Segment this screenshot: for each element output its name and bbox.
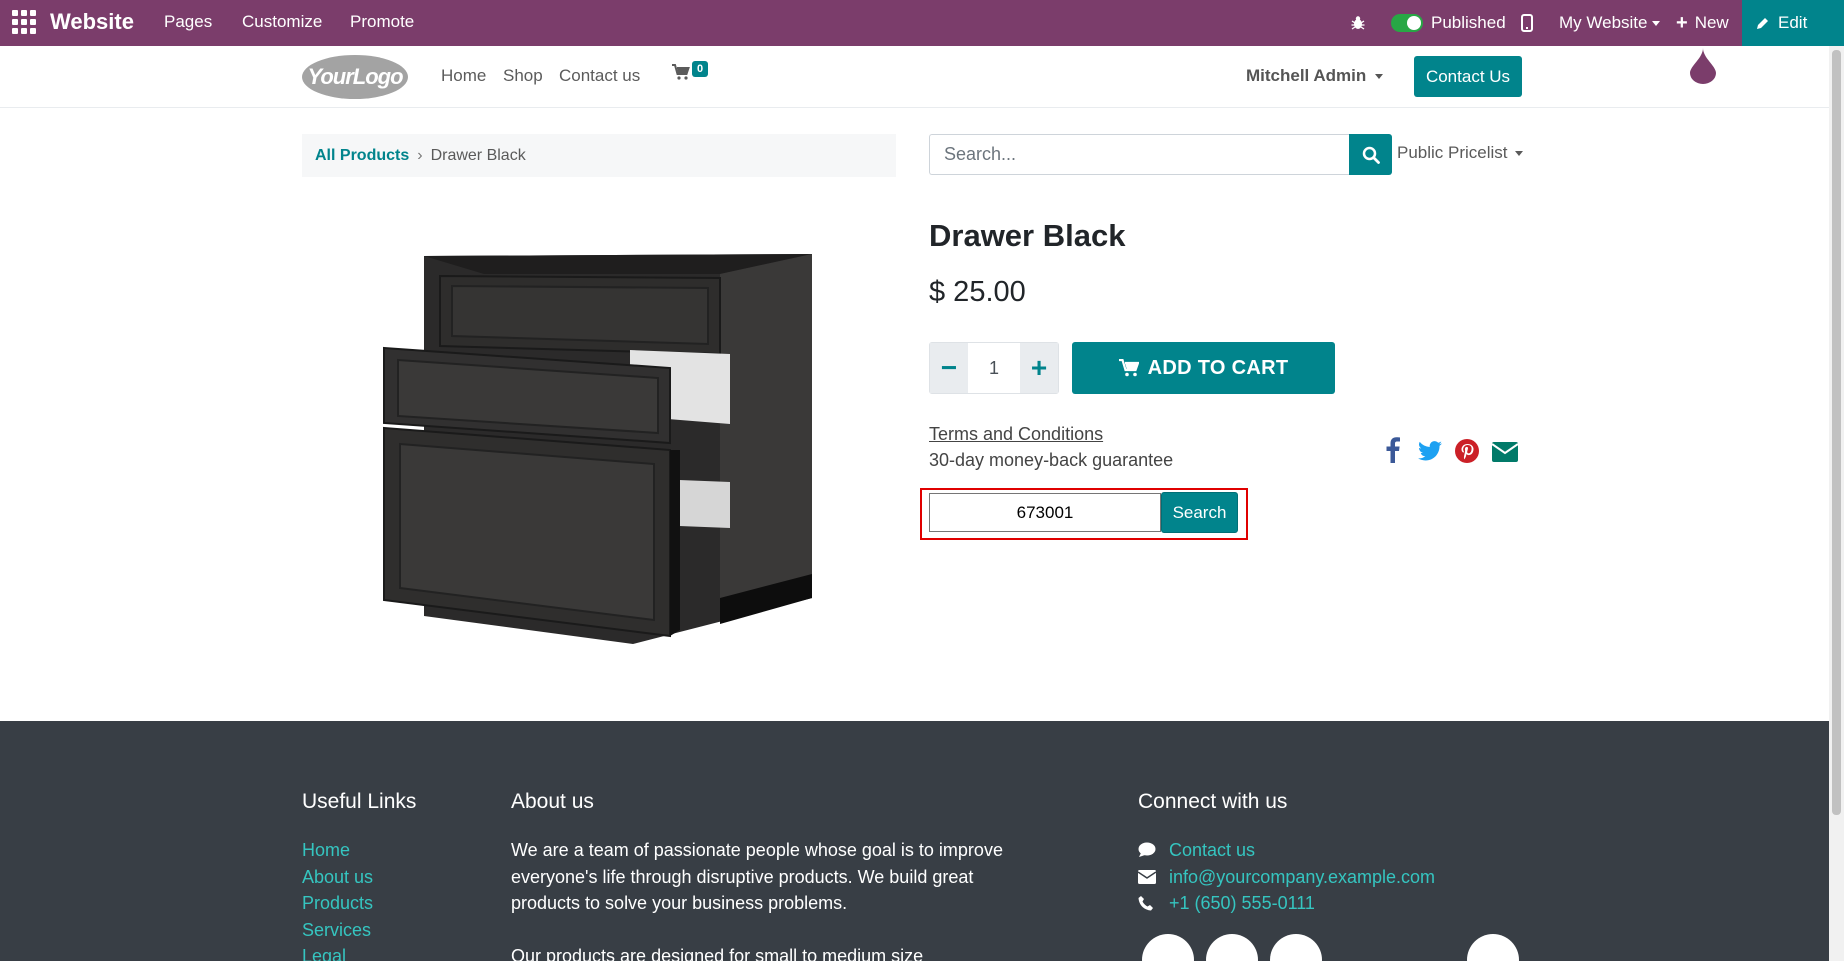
menu-pages[interactable]: Pages [164,12,212,32]
useful-links-list: Home About us Products Services Legal [302,837,373,961]
breadcrumb: All Products › Drawer Black [302,134,896,177]
pencil-icon [1757,18,1768,29]
connect-phone-link[interactable]: +1 (650) 555-0111 [1169,890,1315,917]
published-label: Published [1431,13,1506,32]
nav-home[interactable]: Home [441,66,486,86]
connect-list: Contact us info@yourcompany.example.com … [1138,837,1435,917]
caret-down-icon [1514,151,1523,157]
footer: Useful Links About us Connect with us Ho… [0,721,1829,961]
theme-drop-icon [1690,48,1716,84]
debug-bug-icon[interactable] [1350,0,1366,46]
footer-link-services[interactable]: Services [302,917,373,944]
connect-title: Connect with us [1138,790,1288,813]
caret-down-icon [1375,74,1384,80]
product-title: Drawer Black [929,218,1126,253]
guarantee-text: 30-day money-back guarantee [929,450,1174,470]
facebook-icon[interactable] [1386,437,1400,468]
connect-contact-link[interactable]: Contact us [1169,837,1255,864]
pricelist-dropdown[interactable]: Public Pricelist [1397,143,1523,163]
admin-bar: Website Pages Customize Promote Publishe… [0,0,1844,46]
quantity-input[interactable]: 1 [968,343,1020,393]
email-share-icon[interactable] [1491,442,1519,467]
admin-brand[interactable]: Website [50,9,134,35]
envelope-icon [1138,869,1169,884]
pincode-search-button[interactable]: Search [1161,492,1238,533]
footer-facebook-icon[interactable] [1142,934,1194,961]
menu-promote[interactable]: Promote [350,12,414,32]
site-header: YourLogo Home Shop Contact us 0 Mitchell… [0,46,1829,108]
user-menu[interactable]: Mitchell Admin [1246,66,1384,86]
comment-icon [1138,842,1169,858]
breadcrumb-all-products[interactable]: All Products [315,147,409,165]
pincode-input[interactable]: 673001 [929,493,1161,532]
contact-us-button[interactable]: Contact Us [1414,56,1522,97]
footer-link-products[interactable]: Products [302,890,373,917]
edit-button[interactable]: Edit [1742,0,1844,46]
quantity-stepper: − 1 + [929,342,1059,394]
cart-count-badge: 0 [692,61,709,77]
phone-icon [1138,895,1169,911]
footer-home-icon[interactable] [1467,934,1519,961]
terms-link[interactable]: Terms and Conditions [929,424,1103,445]
product-image [383,254,812,644]
about-us-title: About us [511,790,594,813]
plus-icon: + [1676,11,1688,34]
nav-contact-us[interactable]: Contact us [559,66,640,86]
site-logo[interactable]: YourLogo [302,55,408,99]
product-search-input[interactable]: Search... [929,134,1349,175]
decrease-quantity-button[interactable]: − [930,343,968,393]
cart-icon[interactable] [672,64,690,85]
footer-twitter-icon[interactable] [1206,934,1258,961]
website-selector-label: My Website [1559,13,1648,32]
twitter-icon[interactable] [1418,441,1442,466]
footer-link-about-us[interactable]: About us [302,864,373,891]
website-selector[interactable]: My Website [1559,0,1660,46]
edit-label: Edit [1778,13,1808,32]
mobile-preview-icon[interactable] [1521,0,1533,46]
footer-link-legal[interactable]: Legal [302,943,373,961]
about-us-text: We are a team of passionate people whose… [511,837,1011,961]
user-name: Mitchell Admin [1246,66,1367,85]
useful-links-title: Useful Links [302,790,417,813]
search-button[interactable] [1349,134,1392,175]
toggle-switch-icon [1391,14,1423,32]
apps-grid-icon[interactable] [10,8,38,36]
shopping-cart-icon [1118,359,1139,377]
pinterest-icon[interactable] [1455,439,1479,468]
new-button[interactable]: + New [1676,0,1729,46]
new-label: New [1694,13,1729,32]
menu-customize[interactable]: Customize [242,12,322,32]
about-paragraph-2: Our products are designed for small to m… [511,945,924,961]
about-paragraph-1: We are a team of passionate people whose… [511,840,1003,913]
connect-email-link[interactable]: info@yourcompany.example.com [1169,864,1435,891]
search-icon [1362,146,1380,164]
increase-quantity-button[interactable]: + [1020,343,1058,393]
chevron-right-icon: › [417,146,423,164]
breadcrumb-current: Drawer Black [430,146,526,164]
pricelist-label: Public Pricelist [1397,143,1508,162]
add-to-cart-button[interactable]: ADD TO CART [1072,342,1335,394]
page-scrollbar-thumb[interactable] [1832,50,1841,815]
footer-link-home[interactable]: Home [302,837,373,864]
add-to-cart-label: ADD TO CART [1147,356,1289,379]
product-price: $ 25.00 [929,276,1026,308]
caret-down-icon [1651,20,1660,26]
published-toggle[interactable]: Published [1391,0,1506,46]
nav-shop[interactable]: Shop [503,66,543,86]
footer-linkedin-icon[interactable] [1270,934,1322,961]
